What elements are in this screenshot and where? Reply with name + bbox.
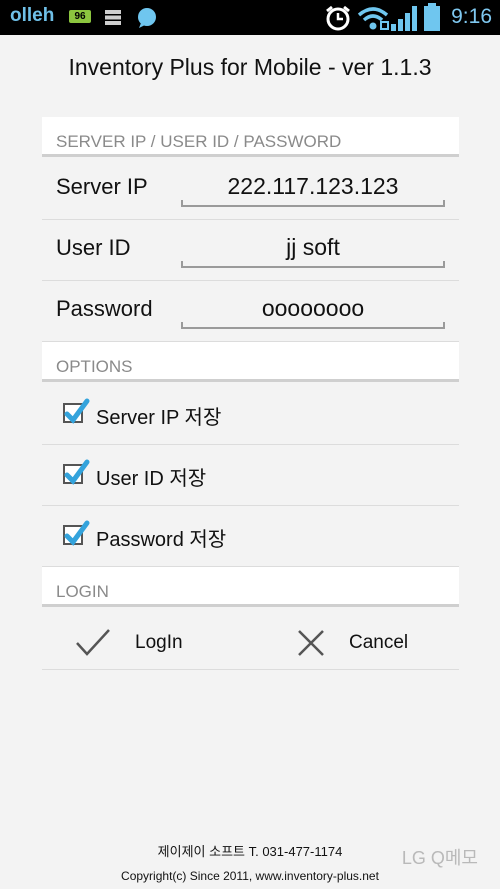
- check-mark-icon: [64, 520, 90, 546]
- login-label: LogIn: [135, 632, 183, 653]
- user-id-field-wrap: [181, 228, 445, 268]
- password-row: Password: [42, 281, 459, 342]
- wifi-icon: [356, 4, 390, 36]
- option-label: User ID 저장: [96, 468, 207, 490]
- login-button[interactable]: LogIn: [42, 612, 250, 670]
- server-ip-label: Server IP: [56, 174, 148, 199]
- section-header-label: OPTIONS: [56, 357, 133, 376]
- option-label: Password 저장: [96, 529, 227, 551]
- carrier-name: olleh: [10, 5, 55, 26]
- close-icon: [297, 629, 325, 661]
- clock: 9:16: [451, 5, 492, 28]
- section-header-options: OPTIONS: [42, 342, 459, 382]
- watermark: LG Q메모: [401, 848, 478, 868]
- password-field-wrap: [181, 289, 445, 329]
- server-ip-field-wrap: [181, 167, 445, 207]
- battery-level-icon: 96: [69, 10, 91, 23]
- cancel-button[interactable]: Cancel: [250, 612, 458, 670]
- status-bar: olleh 96 9:16: [0, 0, 500, 35]
- storage-icon: [104, 9, 122, 30]
- signal-icon: [390, 4, 420, 36]
- section-header-label: SERVER IP / USER ID / PASSWORD: [56, 132, 342, 151]
- option-save-password[interactable]: Password 저장: [42, 506, 459, 567]
- divider: [42, 669, 459, 670]
- user-id-input[interactable]: [181, 228, 445, 268]
- option-save-user-id[interactable]: User ID 저장: [42, 445, 459, 506]
- alarm-clock-icon: [324, 4, 352, 36]
- option-label: Server IP 저장: [96, 407, 222, 429]
- password-input[interactable]: [181, 289, 445, 329]
- user-id-label: User ID: [56, 235, 131, 260]
- server-ip-input[interactable]: [181, 167, 445, 207]
- app-title: Inventory Plus for Mobile - ver 1.1.3: [68, 54, 432, 80]
- checkbox[interactable]: [63, 398, 90, 424]
- copyright-text: Copyright(c) Since 2011, www.inventory-p…: [121, 869, 379, 883]
- cancel-label: Cancel: [349, 632, 409, 653]
- user-id-row: User ID: [42, 220, 459, 281]
- check-mark-icon: [64, 398, 90, 424]
- section-header-server: SERVER IP / USER ID / PASSWORD: [42, 117, 459, 157]
- checkbox[interactable]: [63, 459, 90, 485]
- section-header-label: LOGIN: [56, 582, 109, 601]
- checkbox[interactable]: [63, 520, 90, 546]
- option-save-server-ip[interactable]: Server IP 저장: [42, 384, 459, 445]
- password-label: Password: [56, 296, 153, 321]
- server-ip-row: Server IP: [42, 159, 459, 220]
- check-mark-icon: [64, 459, 90, 485]
- chat-bubble-icon: [136, 7, 158, 33]
- check-icon: [75, 628, 111, 662]
- section-header-login: LOGIN: [42, 567, 459, 607]
- battery-icon: [423, 3, 441, 36]
